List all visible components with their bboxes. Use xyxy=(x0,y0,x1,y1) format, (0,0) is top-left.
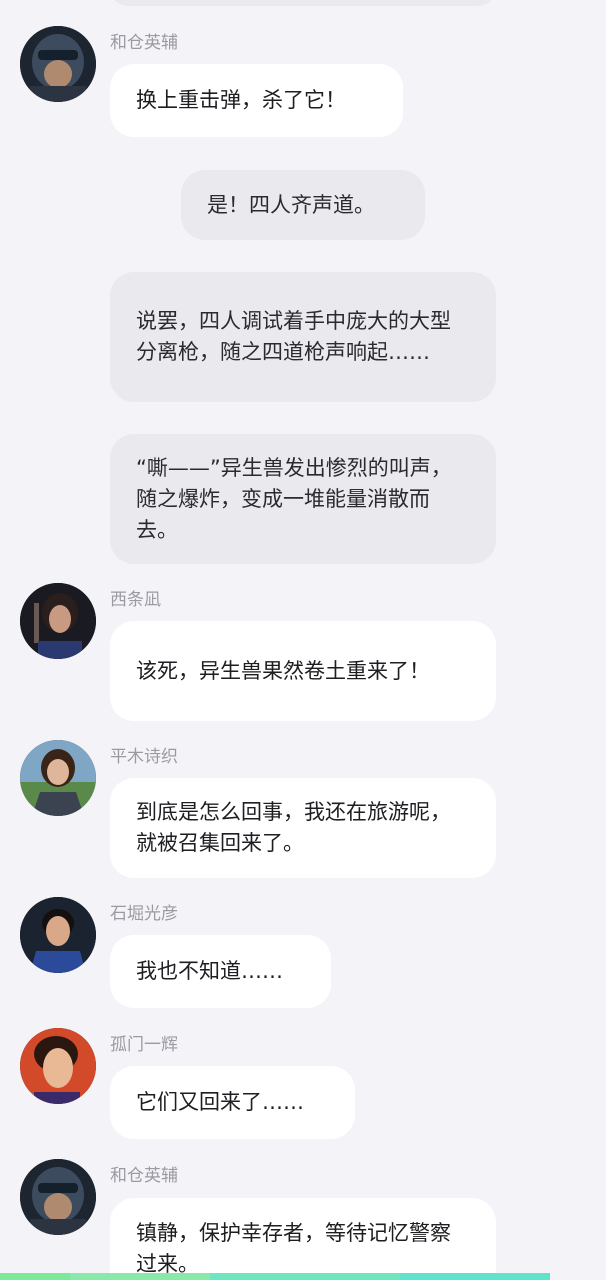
message-bubble[interactable]: 到底是怎么回事，我还在旅游呢，就被召集回来了。 xyxy=(110,778,496,878)
narration-text: “嘶——”异生兽发出惨烈的叫声，随之爆炸，变成一堆能量消散而去。 xyxy=(136,455,452,542)
speaker-name: 西条凪 xyxy=(110,590,161,610)
bottom-gradient-bar xyxy=(0,1273,606,1280)
message-bubble[interactable]: 我也不知道…… xyxy=(110,935,331,1008)
speaker-name: 石堀光彦 xyxy=(110,904,178,924)
avatar-hiraki[interactable] xyxy=(20,740,96,816)
speaker-name: 平木诗织 xyxy=(110,747,178,767)
avatar-wakura[interactable] xyxy=(20,1159,96,1235)
speaker-name: 和仓英辅 xyxy=(110,33,178,53)
message-bubble[interactable]: 它们又回来了…… xyxy=(110,1066,355,1139)
avatar-komon[interactable] xyxy=(20,1028,96,1104)
message-text: 换上重击弹，杀了它！ xyxy=(136,88,346,112)
message-bubble[interactable]: 该死，异生兽果然卷土重来了！ xyxy=(110,621,496,721)
avatar-saijo[interactable] xyxy=(20,583,96,659)
chat-screen: 和仓英辅 换上重击弹，杀了它！ 是！四人齐声道。 说罢，四人调试着手中庞大的大型… xyxy=(0,0,606,1280)
message-text: 它们又回来了…… xyxy=(136,1090,304,1114)
message-text: 我也不知道…… xyxy=(136,959,283,983)
narration-bubble[interactable]: 说罢，四人调试着手中庞大的大型分离枪，随之四道枪声响起…… xyxy=(110,272,496,402)
narration-bubble[interactable]: 是！四人齐声道。 xyxy=(181,170,425,240)
message-text: 镇静，保护幸存者，等待记忆警察过来。 xyxy=(136,1221,451,1276)
previous-message-bubble xyxy=(110,0,496,6)
message-bubble[interactable]: 镇静，保护幸存者，等待记忆警察过来。 xyxy=(110,1198,496,1280)
speaker-name: 孤门一辉 xyxy=(110,1035,178,1055)
message-bubble[interactable]: 换上重击弹，杀了它！ xyxy=(110,64,403,137)
avatar-ishibori[interactable] xyxy=(20,897,96,973)
avatar-wakura[interactable] xyxy=(20,26,96,102)
speaker-name: 和仓英辅 xyxy=(110,1166,178,1186)
narration-text: 说罢，四人调试着手中庞大的大型分离枪，随之四道枪声响起…… xyxy=(136,309,451,364)
message-text: 该死，异生兽果然卷土重来了！ xyxy=(136,658,430,683)
message-text: 到底是怎么回事，我还在旅游呢，就被召集回来了。 xyxy=(136,800,451,855)
narration-bubble[interactable]: “嘶——”异生兽发出惨烈的叫声，随之爆炸，变成一堆能量消散而去。 xyxy=(110,434,496,564)
narration-text: 是！四人齐声道。 xyxy=(207,192,375,217)
